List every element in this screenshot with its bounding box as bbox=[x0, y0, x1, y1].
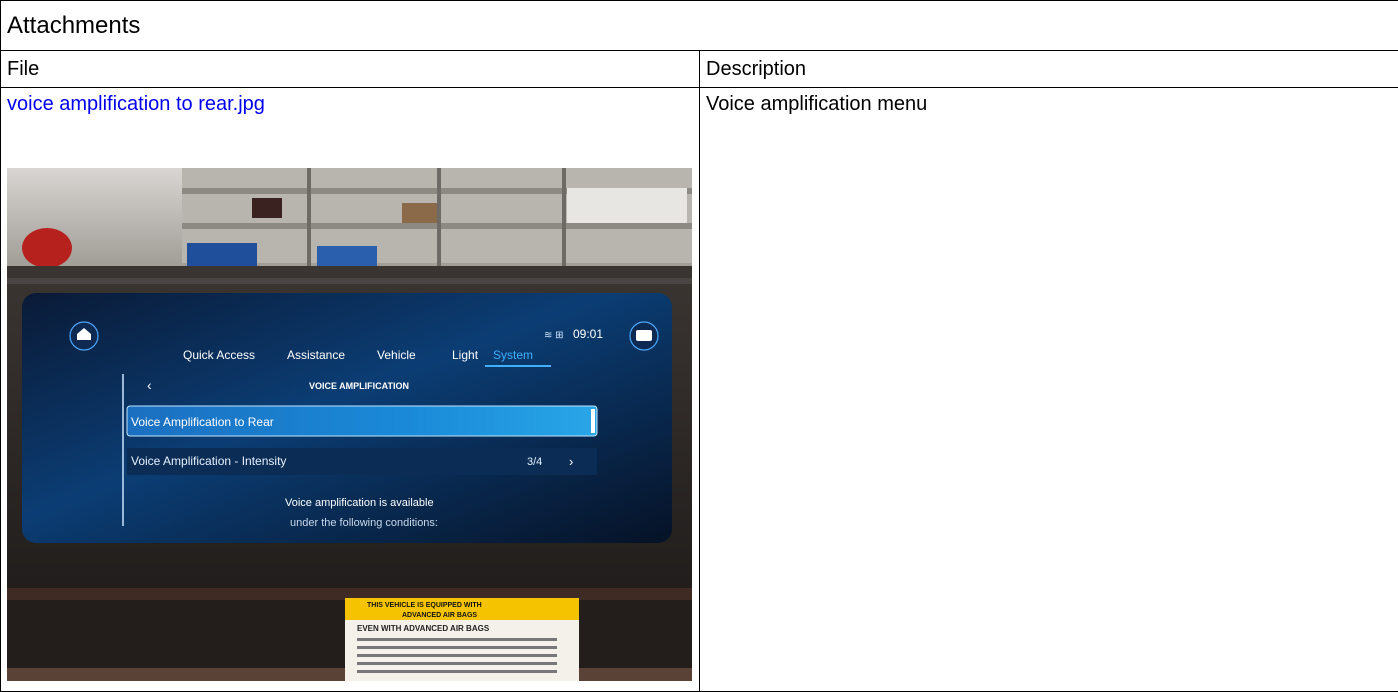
info-line-1: Voice amplification is available bbox=[285, 497, 434, 509]
info-line-2: under the following conditions: bbox=[290, 517, 438, 529]
attachment-description: Voice amplification menu bbox=[706, 93, 928, 115]
menu-header: VOICE AMPLIFICATION bbox=[309, 381, 409, 391]
column-header-description: Description bbox=[699, 50, 1398, 88]
airbag-sticker: THIS VEHICLE IS EQUIPPED WITH ADVANCED A… bbox=[345, 598, 579, 681]
tab-vehicle: Vehicle bbox=[377, 348, 416, 362]
attachment-photo: 09:01 ≋ ⊞ Quick Access Assistance Vehicl… bbox=[7, 168, 692, 681]
table-title: Attachments bbox=[0, 0, 1398, 51]
tab-system: System bbox=[493, 348, 533, 362]
sticker-line-2: ADVANCED AIR BAGS bbox=[402, 612, 477, 619]
menu-item-intensity: Voice Amplification - Intensity bbox=[131, 454, 286, 468]
menu-item-voice-to-rear: Voice Amplification to Rear bbox=[131, 415, 274, 429]
description-cell: Voice amplification menu bbox=[699, 87, 1398, 692]
status-time: 09:01 bbox=[573, 327, 603, 341]
chevron-right-icon: › bbox=[569, 454, 573, 469]
message-icon bbox=[629, 321, 659, 351]
back-chevron-icon: ‹ bbox=[147, 377, 152, 393]
tab-light: Light bbox=[452, 348, 479, 362]
sticker-line-1: THIS VEHICLE IS EQUIPPED WITH bbox=[367, 602, 482, 609]
tab-assistance: Assistance bbox=[287, 348, 345, 362]
attachment-link[interactable]: voice amplification to rear.jpg bbox=[7, 93, 265, 116]
tab-quick-access: Quick Access bbox=[183, 348, 255, 362]
status-icons: ≋ ⊞ bbox=[544, 330, 564, 341]
column-header-file: File bbox=[0, 50, 700, 88]
sticker-line-3: EVEN WITH ADVANCED AIR BAGS bbox=[357, 624, 490, 633]
home-icon bbox=[69, 321, 99, 351]
menu-item-intensity-value: 3/4 bbox=[527, 456, 542, 468]
